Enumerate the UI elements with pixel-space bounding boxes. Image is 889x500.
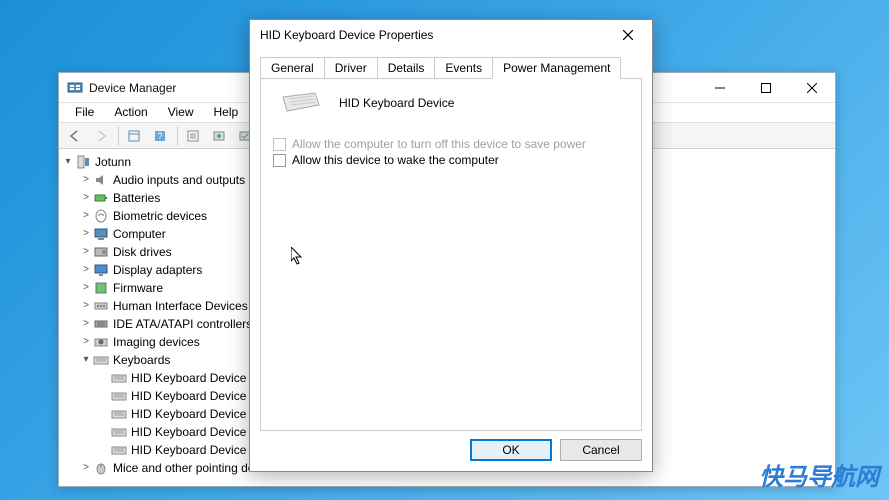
imaging-icon xyxy=(93,334,109,350)
audio-icon xyxy=(93,172,109,188)
biometric-icon xyxy=(93,208,109,224)
display-icon xyxy=(93,262,109,278)
tree-category-label: Display adapters xyxy=(113,261,202,279)
expand-arrow-icon[interactable]: ▾ xyxy=(61,153,75,171)
hid-icon xyxy=(93,298,109,314)
tab-general[interactable]: General xyxy=(260,57,325,79)
expand-arrow-icon[interactable]: ˃ xyxy=(79,225,93,243)
toolbar-view-icon[interactable] xyxy=(122,125,146,147)
toolbar-help-icon[interactable]: ? xyxy=(148,125,172,147)
option-wake-checkbox[interactable] xyxy=(273,154,286,167)
watermark-text: 快马导航网 xyxy=(759,457,879,492)
close-button[interactable] xyxy=(789,73,835,103)
maximize-button[interactable] xyxy=(743,73,789,103)
power-management-panel: HID Keyboard Device Allow the computer t… xyxy=(260,78,642,431)
tab-events[interactable]: Events xyxy=(434,57,493,79)
properties-tabstrip: GeneralDriverDetailsEventsPower Manageme… xyxy=(260,56,642,78)
tree-category-label: IDE ATA/ATAPI controllers xyxy=(113,315,252,333)
option-turnoff-checkbox xyxy=(273,138,286,151)
menu-help[interactable]: Help xyxy=(204,103,249,122)
properties-title: HID Keyboard Device Properties xyxy=(260,28,606,42)
toolbar-forward-icon[interactable] xyxy=(89,125,113,147)
tree-category-label: Computer xyxy=(113,225,166,243)
expand-arrow-icon[interactable]: ˃ xyxy=(79,171,93,189)
tree-category-label: Disk drives xyxy=(113,243,172,261)
firmware-icon xyxy=(93,280,109,296)
toolbar-back-icon[interactable] xyxy=(63,125,87,147)
tree-category-label: Biometric devices xyxy=(113,207,207,225)
ide-icon xyxy=(93,316,109,332)
properties-dialog: HID Keyboard Device Properties GeneralDr… xyxy=(249,19,653,472)
option-turnoff-row: Allow the computer to turn off this devi… xyxy=(273,137,629,151)
tree-device-label: HID Keyboard Device xyxy=(131,423,246,441)
expand-arrow-icon[interactable]: ˃ xyxy=(79,243,93,261)
mouse-icon xyxy=(93,460,109,476)
device-name-label: HID Keyboard Device xyxy=(339,96,454,110)
tree-category-label: Firmware xyxy=(113,279,163,297)
computer-icon xyxy=(75,154,91,170)
tab-details[interactable]: Details xyxy=(377,57,436,79)
expand-arrow-icon[interactable]: ˃ xyxy=(79,297,93,315)
tree-category-label: Audio inputs and outputs xyxy=(113,171,245,189)
tree-device-label: HID Keyboard Device xyxy=(131,441,246,459)
menu-view[interactable]: View xyxy=(158,103,204,122)
computer-icon xyxy=(93,226,109,242)
tree-device-label: HID Keyboard Device xyxy=(131,369,246,387)
properties-close-button[interactable] xyxy=(606,21,650,49)
option-wake-row[interactable]: Allow this device to wake the computer xyxy=(273,153,629,167)
expand-arrow-icon[interactable]: ˃ xyxy=(79,279,93,297)
battery-icon xyxy=(93,190,109,206)
tree-device-label: HID Keyboard Device xyxy=(131,387,246,405)
tree-root-label: Jotunn xyxy=(95,153,131,171)
tree-category-label: Imaging devices xyxy=(113,333,200,351)
menu-file[interactable]: File xyxy=(65,103,104,122)
expand-arrow-icon[interactable]: ˃ xyxy=(79,333,93,351)
properties-titlebar[interactable]: HID Keyboard Device Properties xyxy=(250,20,652,50)
keyboard-icon xyxy=(111,388,127,404)
mouse-cursor-icon xyxy=(291,247,307,270)
tree-category-label: Batteries xyxy=(113,189,160,207)
tab-power-management[interactable]: Power Management xyxy=(492,57,621,79)
svg-text:?: ? xyxy=(157,131,162,141)
toolbar-update-icon[interactable] xyxy=(207,125,231,147)
option-wake-label: Allow this device to wake the computer xyxy=(292,153,499,167)
disk-icon xyxy=(93,244,109,260)
option-turnoff-label: Allow the computer to turn off this devi… xyxy=(292,137,586,151)
tab-driver[interactable]: Driver xyxy=(324,57,378,79)
expand-arrow-icon[interactable]: ▾ xyxy=(79,351,93,369)
expand-arrow-icon[interactable]: ˃ xyxy=(79,189,93,207)
keyboard-icon xyxy=(111,370,127,386)
cancel-button[interactable]: Cancel xyxy=(560,439,642,461)
expand-arrow-icon[interactable]: ˃ xyxy=(79,459,93,477)
keyboard-icon xyxy=(93,352,109,368)
expand-arrow-icon[interactable]: ˃ xyxy=(79,315,93,333)
ok-button[interactable]: OK xyxy=(470,439,552,461)
keyboard-icon xyxy=(111,442,127,458)
tree-device-label: HID Keyboard Device xyxy=(131,405,246,423)
device-manager-app-icon xyxy=(67,80,83,96)
expand-arrow-icon[interactable]: ˃ xyxy=(79,207,93,225)
keyboard-icon xyxy=(281,91,321,115)
keyboard-icon xyxy=(111,406,127,422)
tree-category-label: Keyboards xyxy=(113,351,170,369)
menu-action[interactable]: Action xyxy=(104,103,157,122)
keyboard-icon xyxy=(111,424,127,440)
minimize-button[interactable] xyxy=(697,73,743,103)
tree-category-label: Human Interface Devices xyxy=(113,297,248,315)
expand-arrow-icon[interactable]: ˃ xyxy=(79,261,93,279)
toolbar-properties-icon[interactable] xyxy=(181,125,205,147)
